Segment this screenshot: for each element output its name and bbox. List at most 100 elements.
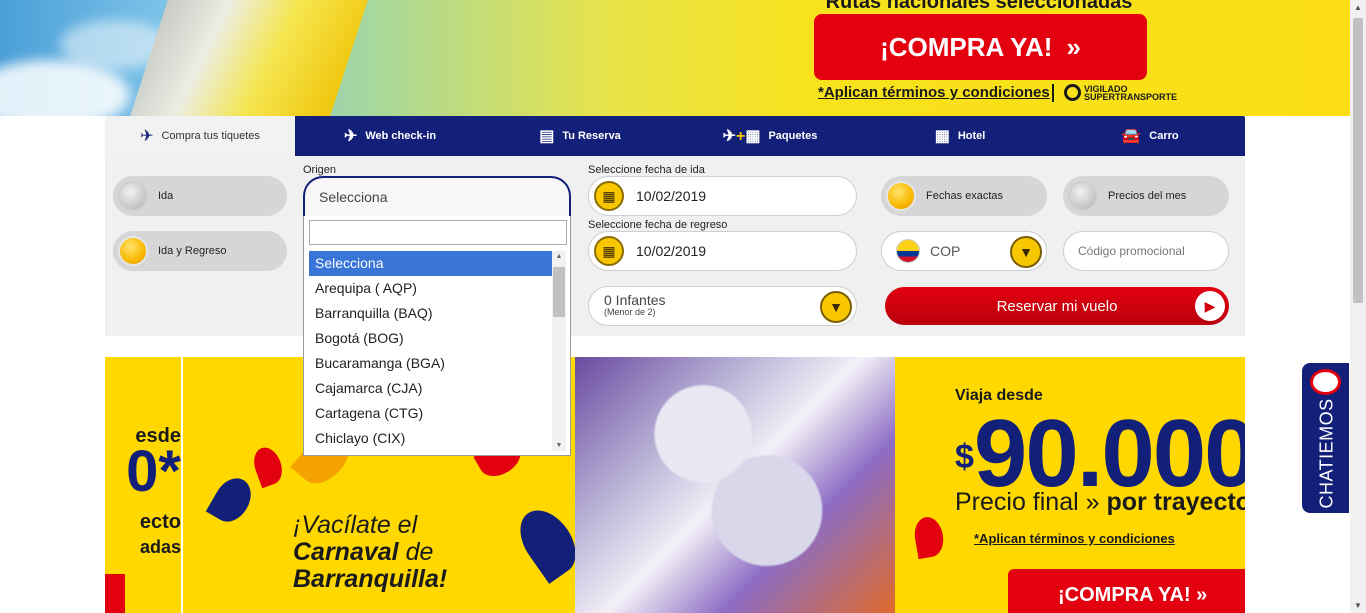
- promo-code-field[interactable]: Código promocional: [1063, 231, 1229, 271]
- hero-terms-link[interactable]: *Aplican términos y condiciones: [818, 84, 1050, 101]
- infants-select[interactable]: 0 Infantes (Menor de 2) ▼: [588, 286, 857, 326]
- origin-option[interactable]: Bogotá (BOG): [309, 326, 552, 351]
- booking-panel: Ida Ida y Regreso Origen Selecciona Sele…: [105, 156, 1245, 456]
- vigilado-ring-icon: [1064, 84, 1081, 101]
- origin-option[interactable]: Bucaramanga (BGA): [309, 351, 552, 376]
- chat-bubble-icon: [1310, 369, 1341, 395]
- headline-emphasis: Barranquilla!: [293, 565, 448, 593]
- scroll-down-icon[interactable]: ▼: [552, 442, 566, 449]
- chevron-down-icon[interactable]: ▼: [820, 291, 852, 323]
- tab-label: Web check-in: [365, 130, 437, 142]
- plane-hotel-icon: ✈+▦: [722, 128, 761, 145]
- reserve-flight-label: Reservar mi vuelo: [996, 297, 1118, 315]
- price-note-emphasis: por trayecto: [1106, 488, 1245, 516]
- origin-search-input[interactable]: [309, 220, 567, 245]
- decoration-shape: [205, 471, 259, 529]
- hero-buy-label: ¡COMPRA YA!: [880, 31, 1053, 62]
- tab-paquetes[interactable]: ✈+▦ Paquetes: [675, 116, 865, 156]
- reserve-flight-button[interactable]: Reservar mi vuelo ▶: [885, 287, 1229, 325]
- origin-label: Origen: [303, 164, 337, 176]
- month-prices-label: Precios del mes: [1108, 190, 1187, 202]
- departure-date-label: Seleccione fecha de ida: [588, 164, 705, 176]
- vigilado-subtext: SUPERTRANSPORTE: [1084, 91, 1178, 102]
- return-date-label: Seleccione fecha de regreso: [588, 219, 728, 231]
- scroll-up-icon[interactable]: ▲: [552, 253, 566, 260]
- radio-icon: [1068, 181, 1098, 211]
- chat-label: CHATIEMOS: [1316, 398, 1337, 509]
- tab-compra-tiquetes[interactable]: ✈ Compra tus tiquetes: [105, 116, 295, 156]
- trip-round-trip-option[interactable]: Ida y Regreso: [113, 231, 287, 271]
- dropdown-scrollbar[interactable]: ▲ ▼: [552, 251, 566, 451]
- scroll-up-icon[interactable]: ▲: [1350, 3, 1366, 12]
- booking-tabs: ✈ Compra tus tiquetes ✈ Web check-in ▤ T…: [105, 116, 1245, 156]
- tab-web-checkin[interactable]: ✈ Web check-in: [295, 116, 485, 156]
- tab-label: Tu Reserva: [562, 130, 621, 142]
- infants-value: 0 Infantes: [604, 292, 666, 308]
- exact-dates-label: Fechas exactas: [926, 190, 1004, 202]
- promo-buy-button[interactable]: ¡COMPRA YA! »: [1008, 569, 1245, 613]
- slide-fragment-button: [105, 574, 125, 613]
- promo-terms-link[interactable]: *Aplican términos y condiciones: [974, 531, 1175, 546]
- carnival-headline: ¡Vacílate el Carnaval de Barranquilla!: [293, 512, 447, 593]
- airplane-wing-image: [122, 0, 378, 116]
- headline-line: ¡Vacílate el: [293, 511, 418, 539]
- hero-banner: Rutas nacionales seleccionadas ¡COMPRA Y…: [0, 0, 1350, 116]
- tab-label: Compra tus tiquetes: [161, 130, 260, 142]
- origin-selected-value: Selecciona: [319, 189, 388, 205]
- hero-buy-arrow: »: [1066, 31, 1081, 62]
- scrollbar-thumb[interactable]: [1353, 18, 1363, 303]
- tab-hotel[interactable]: ▦ Hotel: [865, 116, 1055, 156]
- tab-carro[interactable]: 🚘 Carro: [1055, 116, 1245, 156]
- hero-buy-button[interactable]: ¡COMPRA YA! »: [814, 14, 1147, 80]
- tab-label: Hotel: [957, 130, 986, 142]
- currency-value: COP: [930, 243, 961, 259]
- tab-label: Carro: [1149, 130, 1179, 142]
- origin-option[interactable]: Barranquilla (BAQ): [309, 301, 552, 326]
- decoration-shape: [249, 443, 287, 489]
- scroll-down-icon[interactable]: ▼: [1350, 601, 1366, 610]
- divider: [1052, 84, 1054, 102]
- return-date-field[interactable]: ▦ 10/02/2019: [588, 231, 857, 271]
- currency-select[interactable]: COP ▼: [881, 231, 1047, 271]
- origin-option[interactable]: Arequipa ( AQP): [309, 276, 552, 301]
- headline-emphasis: Carnaval: [293, 538, 399, 566]
- building-icon: ▦: [934, 128, 950, 145]
- promo-code-placeholder: Código promocional: [1078, 244, 1185, 258]
- chat-widget[interactable]: CHATIEMOS: [1302, 363, 1349, 513]
- chevron-down-icon[interactable]: ▼: [1010, 236, 1042, 268]
- tab-tu-reserva[interactable]: ▤ Tu Reserva: [485, 116, 675, 156]
- trip-one-way-option[interactable]: Ida: [113, 176, 287, 216]
- radio-selected-icon: [118, 236, 148, 266]
- plane-cloud-icon: ✈: [343, 128, 358, 145]
- colombia-flag-icon: [896, 239, 920, 263]
- origin-dropdown: Selecciona Arequipa ( AQP) Barranquilla …: [303, 216, 571, 456]
- plane-sun-icon: ✈: [140, 128, 154, 145]
- trip-one-way-label: Ida: [158, 190, 174, 202]
- calendar-icon: ▦: [594, 236, 624, 266]
- origin-option[interactable]: Cartagena (CTG): [309, 401, 552, 426]
- price-currency: $: [955, 438, 974, 476]
- scrollbar-thumb[interactable]: [553, 267, 565, 317]
- promo-banner[interactable]: esde 0* ecto adas ¡Vacílate el Carnaval …: [105, 357, 1245, 613]
- origin-option[interactable]: Chiclayo (CIX): [309, 426, 552, 451]
- slide-fragment-text: ecto: [139, 511, 181, 533]
- origin-option[interactable]: Cajamarca (CJA): [309, 376, 552, 401]
- month-prices-option[interactable]: Precios del mes: [1063, 176, 1229, 216]
- carnival-photo: [575, 357, 895, 613]
- origin-options-list: Selecciona Arequipa ( AQP) Barranquilla …: [309, 251, 552, 451]
- radio-icon: [118, 181, 148, 211]
- return-date-value: 10/02/2019: [636, 243, 707, 259]
- vigilado-logo: VIGILADO SUPERTRANSPORTE: [1064, 84, 1177, 101]
- hero-title: Rutas nacionales seleccionadas: [808, 0, 1150, 9]
- slide-fragment-text: adas: [139, 537, 181, 557]
- ticket-icon: ▤: [539, 128, 555, 145]
- previous-slide-fragment: esde 0* ecto adas: [105, 357, 183, 613]
- origin-option[interactable]: Selecciona: [309, 251, 552, 276]
- calendar-icon: ▦: [594, 181, 624, 211]
- radio-selected-icon: [886, 181, 916, 211]
- departure-date-value: 10/02/2019: [636, 188, 707, 204]
- page-scrollbar[interactable]: ▲ ▼: [1350, 0, 1366, 613]
- origin-select[interactable]: Selecciona: [303, 176, 571, 216]
- departure-date-field[interactable]: ▦ 10/02/2019: [588, 176, 857, 216]
- exact-dates-option[interactable]: Fechas exactas: [881, 176, 1047, 216]
